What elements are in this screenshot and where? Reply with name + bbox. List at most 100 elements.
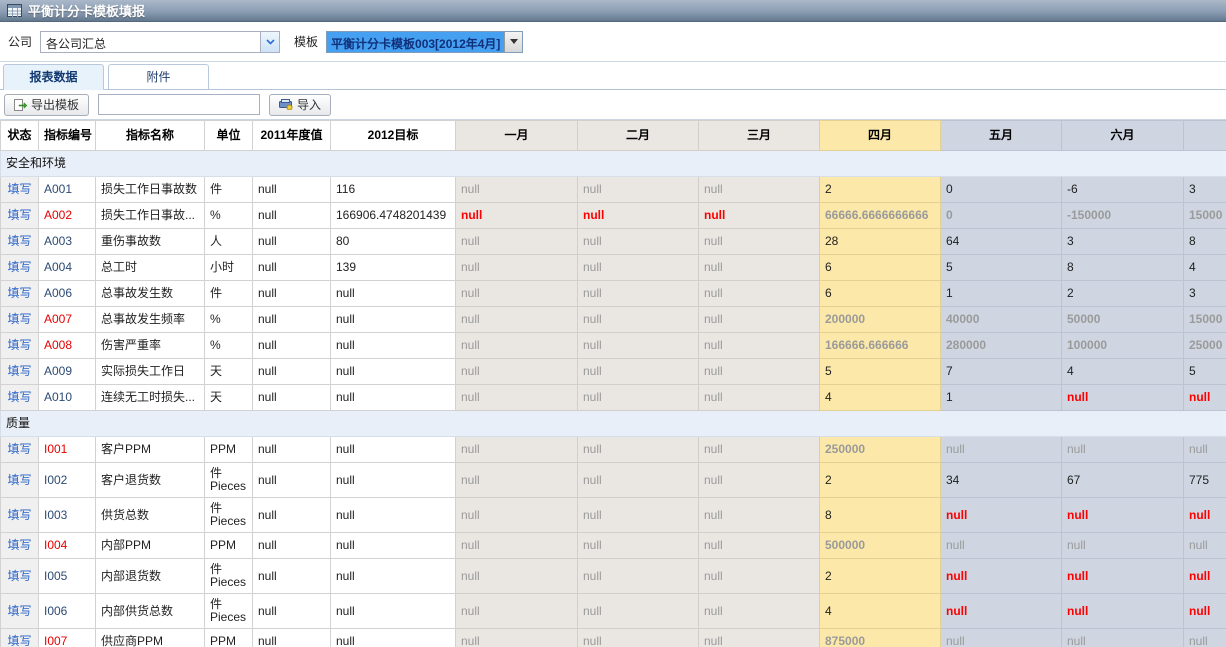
month-value-cell: 64	[941, 229, 1062, 255]
month-value-cell: 0	[941, 203, 1062, 229]
column-header[interactable]: 六月	[1062, 121, 1184, 151]
import-file-input[interactable]	[98, 94, 260, 115]
table-row[interactable]: 填写I005内部退货数件Piecesnullnullnullnullnull2n…	[1, 559, 1226, 594]
month-value-cell: 3	[1184, 177, 1226, 203]
company-combobox-value: 各公司汇总	[41, 32, 260, 52]
table-row[interactable]: 填写I001客户PPMPPMnullnullnullnullnull250000…	[1, 437, 1226, 463]
fill-link[interactable]: 填写	[7, 390, 31, 404]
year2011-cell: null	[253, 437, 331, 463]
year2011-cell: null	[253, 307, 331, 333]
table-row[interactable]: 填写A008伤害严重率%nullnullnullnullnull166666.6…	[1, 333, 1226, 359]
month-value-cell: null	[1184, 629, 1226, 647]
tab-report-data[interactable]: 报表数据	[3, 64, 104, 90]
indicator-code-cell: I007	[39, 629, 96, 647]
month-value-cell: 2	[820, 177, 941, 203]
month-value-cell: 40000	[941, 307, 1062, 333]
column-header[interactable]	[1184, 121, 1226, 151]
fill-link[interactable]: 填写	[7, 312, 31, 326]
status-cell: 填写	[1, 385, 39, 411]
month-value-cell: 100000	[1062, 333, 1184, 359]
fill-link[interactable]: 填写	[7, 234, 31, 248]
dropdown-arrow-icon[interactable]	[504, 32, 522, 52]
month-value-cell: null	[578, 307, 699, 333]
column-header[interactable]: 五月	[941, 121, 1062, 151]
column-header[interactable]: 指标编号	[39, 121, 96, 151]
company-combobox[interactable]: 各公司汇总	[40, 31, 280, 53]
table-row[interactable]: 填写A002损失工作日事故...%null166906.4748201439nu…	[1, 203, 1226, 229]
target2012-cell: null	[331, 629, 456, 647]
month-value-cell: null	[1184, 385, 1226, 411]
month-value-cell: null	[699, 359, 820, 385]
indicator-name-cell: 内部退货数	[96, 559, 205, 594]
table-row[interactable]: 填写I003供货总数件Piecesnullnullnullnullnull8nu…	[1, 498, 1226, 533]
column-header[interactable]: 一月	[456, 121, 578, 151]
table-row[interactable]: 填写A010连续无工时损失...天nullnullnullnullnull41n…	[1, 385, 1226, 411]
column-header[interactable]: 状态	[1, 121, 39, 151]
column-header[interactable]: 四月	[820, 121, 941, 151]
table-row[interactable]: 填写I002客户退货数件Piecesnullnullnullnullnull23…	[1, 463, 1226, 498]
import-button[interactable]: 导入	[269, 94, 331, 116]
fill-link[interactable]: 填写	[7, 634, 31, 647]
year2011-cell: null	[253, 281, 331, 307]
month-value-cell: 25000	[1184, 333, 1226, 359]
unit-cell: 件Pieces	[205, 498, 253, 533]
fill-link[interactable]: 填写	[7, 338, 31, 352]
export-icon	[14, 99, 27, 111]
template-select-value: 平衡计分卡模板003[2012年4月]	[327, 32, 504, 52]
target2012-cell: null	[331, 463, 456, 498]
indicator-name-cell: 供货总数	[96, 498, 205, 533]
table-row[interactable]: 填写A001损失工作日事故数件null116nullnullnull20-63	[1, 177, 1226, 203]
column-header[interactable]: 2012目标	[331, 121, 456, 151]
month-value-cell: null	[1062, 385, 1184, 411]
month-value-cell: null	[578, 177, 699, 203]
indicator-code-cell: A008	[39, 333, 96, 359]
table-row[interactable]: 填写I004内部PPMPPMnullnullnullnullnull500000…	[1, 533, 1226, 559]
table-row[interactable]: 填写I007供应商PPMPPMnullnullnullnullnull87500…	[1, 629, 1226, 647]
indicator-code-cell: A003	[39, 229, 96, 255]
month-value-cell: null	[456, 177, 578, 203]
fill-link[interactable]: 填写	[7, 182, 31, 196]
table-row[interactable]: 填写A004总工时小时null139nullnullnull6584	[1, 255, 1226, 281]
month-value-cell: null	[578, 255, 699, 281]
template-select[interactable]: 平衡计分卡模板003[2012年4月]	[326, 31, 523, 53]
fill-link[interactable]: 填写	[7, 260, 31, 274]
table-row[interactable]: 填写A003重伤事故数人null80nullnullnull286438	[1, 229, 1226, 255]
target2012-cell: 139	[331, 255, 456, 281]
fill-link[interactable]: 填写	[7, 286, 31, 300]
table-header-row: 状态指标编号指标名称单位2011年度值2012目标一月二月三月四月五月六月	[1, 121, 1226, 151]
fill-link[interactable]: 填写	[7, 364, 31, 378]
fill-link[interactable]: 填写	[7, 508, 31, 522]
month-value-cell: null	[1184, 498, 1226, 533]
indicator-name-cell: 伤害严重率	[96, 333, 205, 359]
table-row[interactable]: 填写A009实际损失工作日天nullnullnullnullnull5745	[1, 359, 1226, 385]
column-header[interactable]: 二月	[578, 121, 699, 151]
month-value-cell: null	[456, 559, 578, 594]
fill-link[interactable]: 填写	[7, 442, 31, 456]
target2012-cell: 80	[331, 229, 456, 255]
column-header[interactable]: 指标名称	[96, 121, 205, 151]
month-value-cell: null	[1184, 594, 1226, 629]
company-label: 公司	[8, 33, 32, 50]
table-row[interactable]: 填写A006总事故发生数件nullnullnullnullnull6123	[1, 281, 1226, 307]
table-row[interactable]: 填写A007总事故发生频率%nullnullnullnullnull200000…	[1, 307, 1226, 333]
month-value-cell: null	[456, 255, 578, 281]
table-row[interactable]: 填写I006内部供货总数件Piecesnullnullnullnullnull4…	[1, 594, 1226, 629]
column-header[interactable]: 2011年度值	[253, 121, 331, 151]
column-header[interactable]: 单位	[205, 121, 253, 151]
unit-cell: %	[205, 203, 253, 229]
year2011-cell: null	[253, 629, 331, 647]
fill-link[interactable]: 填写	[7, 569, 31, 583]
status-cell: 填写	[1, 177, 39, 203]
unit-cell: 件Pieces	[205, 463, 253, 498]
chevron-down-icon[interactable]	[260, 32, 279, 52]
tab-attachments[interactable]: 附件	[108, 64, 209, 89]
column-header[interactable]: 三月	[699, 121, 820, 151]
tab-strip: 报表数据 附件	[0, 62, 1226, 90]
month-value-cell: null	[578, 385, 699, 411]
fill-link[interactable]: 填写	[7, 208, 31, 222]
fill-link[interactable]: 填写	[7, 604, 31, 618]
month-value-cell: null	[699, 281, 820, 307]
export-template-button[interactable]: 导出模板	[4, 94, 89, 116]
fill-link[interactable]: 填写	[7, 473, 31, 487]
fill-link[interactable]: 填写	[7, 538, 31, 552]
